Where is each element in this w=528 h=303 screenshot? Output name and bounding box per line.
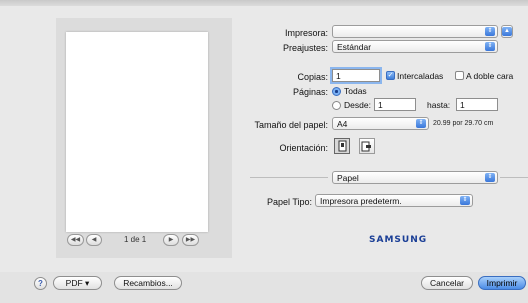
printer-label: Impresora: <box>284 28 328 38</box>
pages-to-field[interactable]: 1 <box>456 98 498 111</box>
select-arrows-icon: ⇕ <box>460 196 470 205</box>
pages-all-radio[interactable] <box>332 87 341 96</box>
cancel-button[interactable]: Cancelar <box>421 276 473 290</box>
first-page-icon: ◀◀ <box>70 237 81 243</box>
pdf-menu-button[interactable]: PDF ▾ <box>53 276 102 290</box>
print-preview-area <box>56 18 232 258</box>
copies-label: Copias: <box>297 72 328 82</box>
expand-dialog-button[interactable]: ▲ <box>501 25 513 38</box>
pages-to-label: hasta: <box>427 100 451 110</box>
copies-field[interactable]: 1 <box>332 69 380 82</box>
pages-label: Páginas: <box>292 87 328 97</box>
collated-label: Intercaladas <box>397 71 444 81</box>
last-page-icon: ▶▶ <box>185 237 196 243</box>
pages-all-label: Todas <box>344 86 367 96</box>
print-button[interactable]: Imprimir <box>478 276 526 290</box>
collated-checkbox[interactable]: ✓ <box>386 71 395 80</box>
previous-page-icon: ◀ <box>91 237 97 243</box>
paper-type-select-value: Impresora predeterm. <box>320 196 402 206</box>
portrait-orientation-button[interactable] <box>334 138 350 154</box>
section-divider-left <box>250 177 328 178</box>
select-arrows-icon: ⇕ <box>485 42 495 51</box>
first-page-button[interactable]: ◀◀ <box>67 234 84 246</box>
print-dialog: ◀◀ ◀ 1 de 1 ▶ ▶▶ Impresora: ⇕ ▲ Preajust… <box>0 6 528 303</box>
paper-type-select[interactable]: Impresora predeterm. ⇕ <box>315 194 473 207</box>
pages-from-field[interactable]: 1 <box>374 98 416 111</box>
landscape-orientation-button[interactable] <box>359 138 375 154</box>
help-icon: ? <box>38 279 43 288</box>
two-sided-checkbox[interactable] <box>455 71 464 80</box>
previous-page-button[interactable]: ◀ <box>86 234 102 246</box>
last-page-button[interactable]: ▶▶ <box>182 234 199 246</box>
section-divider-right <box>500 177 528 178</box>
paper-size-dimensions: 20.99 por 29.70 cm <box>433 120 494 127</box>
orientation-label: Orientación: <box>279 143 328 153</box>
printer-select[interactable]: ⇕ <box>332 25 498 38</box>
paper-size-label: Tamaño del papel: <box>254 120 328 130</box>
paper-size-select[interactable]: A4 ⇕ <box>332 117 429 130</box>
paper-size-select-value: A4 <box>337 119 348 129</box>
pages-range-radio[interactable] <box>332 101 341 110</box>
select-arrows-icon: ⇕ <box>485 27 495 36</box>
portrait-orientation-icon <box>338 140 347 152</box>
select-arrows-icon: ⇕ <box>416 119 426 128</box>
supplies-button[interactable]: Recambios... <box>114 276 182 290</box>
presets-select[interactable]: Estándar ⇕ <box>332 40 498 53</box>
pages-from-label: Desde: <box>344 100 371 110</box>
next-page-icon: ▶ <box>168 237 174 243</box>
presets-select-value: Estándar <box>337 42 372 52</box>
preview-page <box>66 32 208 232</box>
page-counter: 1 de 1 <box>124 235 147 244</box>
section-select[interactable]: Papel ⇕ <box>332 171 498 184</box>
select-arrows-icon: ⇕ <box>485 173 495 182</box>
landscape-orientation-icon <box>361 141 371 152</box>
presets-label: Preajustes: <box>282 43 328 53</box>
next-page-button[interactable]: ▶ <box>163 234 179 246</box>
help-button[interactable]: ? <box>34 277 47 290</box>
samsung-logo: SAMSUNG <box>369 235 428 245</box>
two-sided-label: A doble cara <box>466 71 514 81</box>
paper-type-label: Papel Tipo: <box>266 197 312 207</box>
disclosure-triangle-icon: ▲ <box>502 27 512 36</box>
section-select-value: Papel <box>337 173 359 183</box>
